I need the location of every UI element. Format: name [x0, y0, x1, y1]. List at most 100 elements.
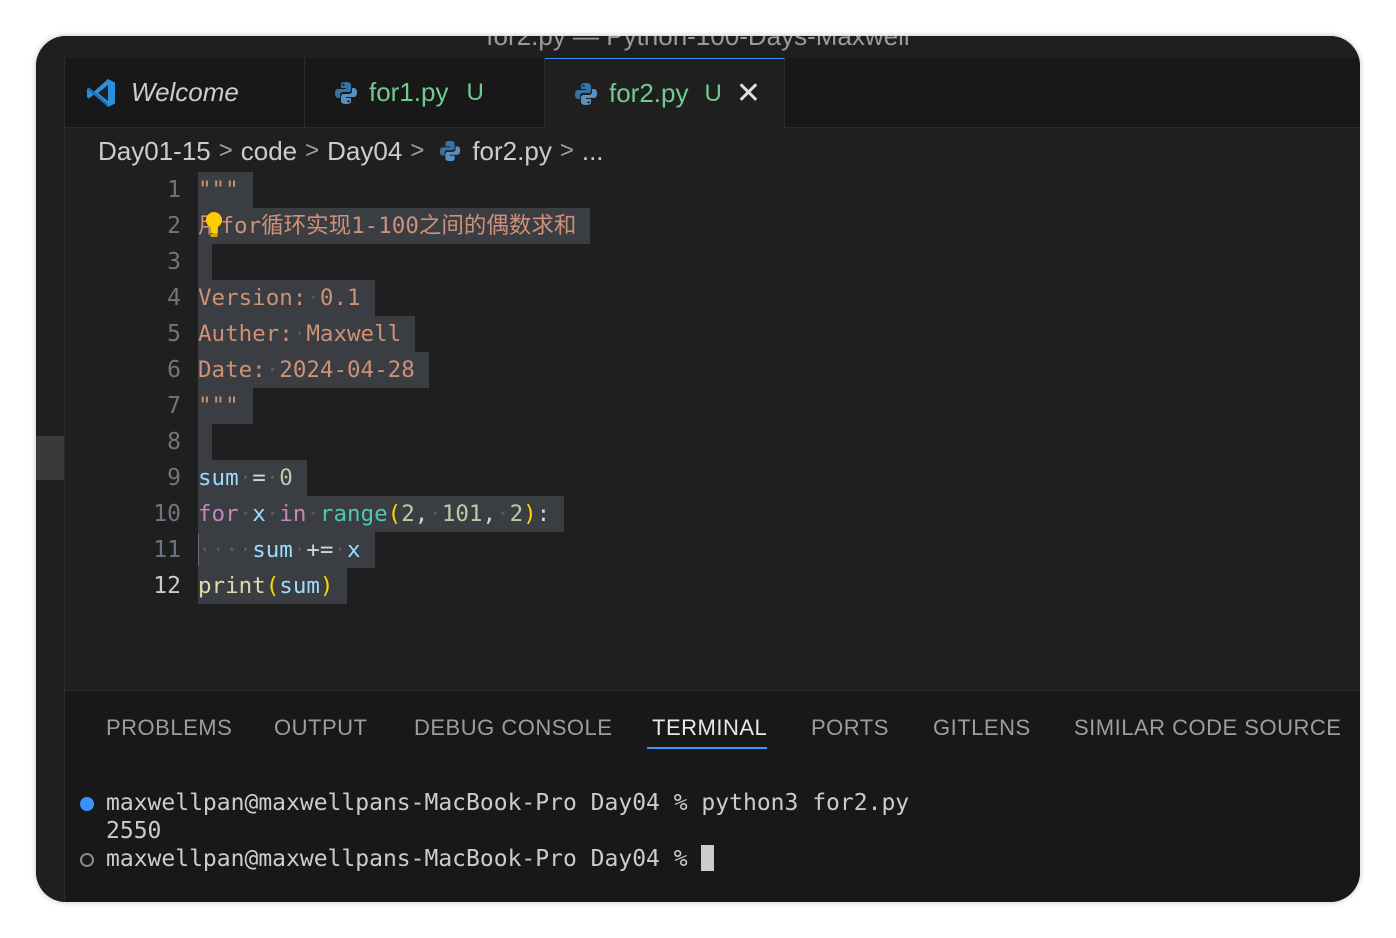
docstring-value: 0.1 — [319, 285, 361, 311]
variable-token: sum — [252, 537, 293, 563]
code-line: 6 Date:·2024-04-28 — [65, 352, 1360, 388]
line-number: 6 — [167, 357, 181, 383]
git-untracked-badge: U — [704, 79, 722, 107]
terminal-prompt[interactable]: maxwellpan@maxwellpans-MacBook-Pro Day04… — [106, 845, 715, 873]
terminal-cursor — [701, 845, 715, 871]
tab-debug-console[interactable]: DEBUG CONSOLE — [414, 715, 612, 741]
code-line: 3 — [65, 244, 1360, 280]
breadcrumb: Day01-15 > code > Day04 > for2.py > ... — [98, 134, 604, 168]
docstring-value: 2024-04-28 — [279, 357, 415, 383]
line-number: 4 — [167, 285, 181, 311]
function-token: range — [319, 501, 388, 527]
line-number: 9 — [167, 465, 181, 491]
code-line: 2 用for循环实现1-100之间的偶数求和 — [65, 208, 1360, 244]
vscode-logo-icon — [87, 78, 115, 107]
code-line: 8 — [65, 424, 1360, 460]
command-success-dot-icon[interactable] — [80, 797, 94, 811]
vscode-window: for2.py — Python-100-Days-Maxwell Welcom… — [36, 36, 1360, 902]
tab-ports[interactable]: PORTS — [811, 715, 889, 741]
docstring-text: Date:·2024-04-28 — [198, 352, 429, 388]
code-line: 9 sum·=·0 — [65, 460, 1360, 496]
tab-gitlens[interactable]: GITLENS — [933, 715, 1031, 741]
line-number: 7 — [167, 393, 181, 419]
panel-tab-bar: PROBLEMS OUTPUT DEBUG CONSOLE TERMINAL P… — [65, 691, 1360, 761]
line-number: 5 — [167, 321, 181, 347]
docstring-key: Version: — [198, 285, 307, 311]
tab-welcome[interactable]: Welcome — [65, 58, 305, 127]
code-text: ····sum·+=·x — [198, 532, 375, 568]
docstring-delimiter: """ — [198, 388, 253, 424]
command-pending-dot-icon[interactable] — [80, 853, 94, 867]
tab-label: Welcome — [131, 77, 239, 107]
code-line: 5 Auther:·Maxwell — [65, 316, 1360, 352]
python-file-icon — [575, 82, 597, 105]
variable-token: sum — [198, 465, 239, 491]
code-line: 11 ····sum·+=·x — [65, 532, 1360, 568]
line-number: 3 — [167, 249, 181, 275]
tab-label: for2.py — [609, 78, 689, 108]
number-token: 0 — [279, 465, 293, 491]
terminal-prompt-text: maxwellpan@maxwellpans-MacBook-Pro Day04… — [106, 846, 702, 872]
bottom-panel: PROBLEMS OUTPUT DEBUG CONSOLE TERMINAL P… — [65, 690, 1360, 902]
tab-terminal[interactable]: TERMINAL — [652, 715, 767, 741]
activity-bar-active-indicator[interactable] — [36, 436, 64, 480]
line-number: 1 — [167, 177, 181, 203]
docstring-value: Maxwell — [306, 321, 402, 347]
tab-for2-py[interactable]: for2.py U ✕ — [545, 58, 785, 128]
activity-bar — [36, 58, 65, 902]
active-tab-indicator — [647, 747, 767, 749]
close-icon[interactable]: ✕ — [736, 78, 761, 109]
chevron-right-icon: > — [305, 137, 320, 164]
breadcrumb-item[interactable]: Day04 — [327, 136, 402, 167]
keyword-token: in — [279, 501, 307, 527]
number-token: 2 — [401, 501, 415, 527]
empty-line-highlight — [198, 424, 212, 460]
chevron-right-icon: > — [559, 137, 574, 164]
tab-output[interactable]: OUTPUT — [274, 715, 367, 741]
tab-for1-py[interactable]: for1.py U — [305, 58, 545, 127]
tab-problems[interactable]: PROBLEMS — [106, 715, 232, 741]
code-line: 10 for·x·in·range(2,·101,·2): — [65, 496, 1360, 532]
line-number: 11 — [153, 537, 181, 563]
docstring-text: Auther:·Maxwell — [198, 316, 416, 352]
docstring-text: 用for循环实现1-100之间的偶数求和 — [198, 208, 591, 244]
breadcrumb-item[interactable]: ... — [582, 136, 604, 167]
tab-similar-code-source[interactable]: SIMILAR CODE SOURCE — [1074, 715, 1341, 741]
window-title: for2.py — Python-100-Days-Maxwell — [486, 36, 910, 51]
empty-line-highlight — [198, 244, 212, 280]
variable-token: x — [252, 501, 266, 527]
indent-guide — [198, 534, 199, 566]
code-line: 1 """ — [65, 172, 1360, 208]
line-number-current: 12 — [153, 573, 181, 599]
code-editor[interactable]: 1 """ 2 用for循环实现1-100之间的偶数求和 3 4 Version… — [65, 172, 1360, 690]
git-untracked-badge: U — [466, 78, 484, 106]
docstring-text: Version:·0.1 — [198, 280, 375, 316]
keyword-token: for — [198, 501, 239, 527]
code-line: 7 """ — [65, 388, 1360, 424]
python-file-icon — [440, 140, 461, 162]
docstring-delimiter: """ — [198, 172, 253, 208]
code-text: for·x·in·range(2,·101,·2): — [198, 496, 565, 532]
number-token: 101 — [441, 501, 483, 527]
docstring-key: Auther: — [198, 321, 293, 347]
number-token: 2 — [509, 501, 524, 527]
line-number: 2 — [167, 213, 181, 239]
operator-token: += — [306, 537, 334, 563]
code-line: 12 print(sum) — [65, 568, 1360, 604]
python-file-icon — [335, 81, 357, 104]
title-bar: for2.py — Python-100-Days-Maxwell — [36, 36, 1360, 59]
line-number: 8 — [167, 429, 181, 455]
variable-token: sum — [279, 573, 320, 599]
tab-label: for1.py — [369, 77, 449, 107]
code-text: print(sum) — [198, 568, 348, 604]
terminal-line: maxwellpan@maxwellpans-MacBook-Pro Day04… — [106, 790, 910, 816]
function-token: print — [198, 573, 266, 599]
breadcrumb-item[interactable]: for2.py — [472, 136, 552, 167]
code-line: 4 Version:·0.1 — [65, 280, 1360, 316]
lightbulb-icon[interactable] — [204, 210, 224, 240]
operator-token: = — [252, 465, 266, 491]
terminal-output: 2550 — [106, 818, 162, 844]
variable-token: x — [347, 537, 361, 563]
breadcrumb-item[interactable]: code — [241, 136, 297, 167]
breadcrumb-item[interactable]: Day01-15 — [98, 136, 211, 167]
